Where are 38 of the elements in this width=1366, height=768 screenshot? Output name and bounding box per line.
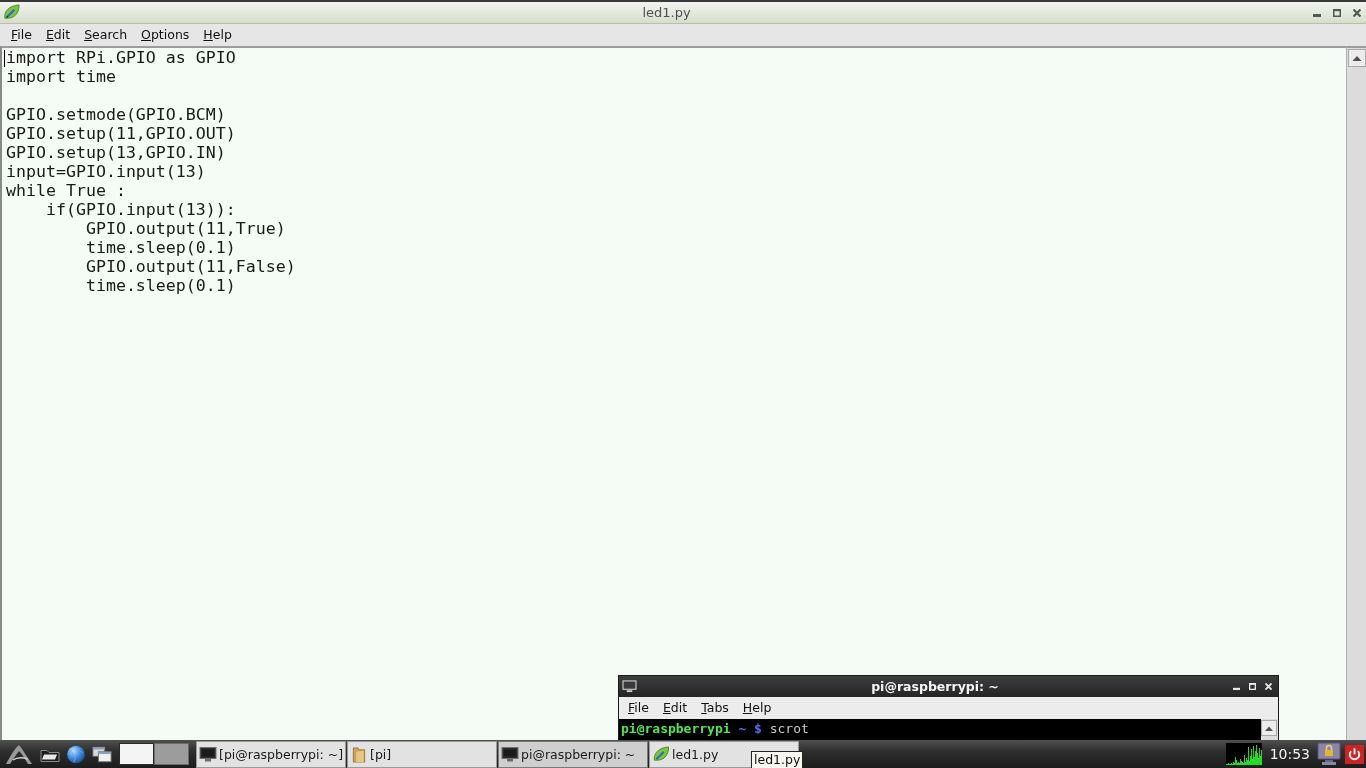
monitor-icon [501,746,519,763]
workspace-switch[interactable] [119,743,154,765]
close-icon[interactable] [1353,8,1361,17]
leaf-pen-icon [3,4,20,21]
window-title: led1.py [642,5,691,20]
scrollbar[interactable] [1347,46,1366,740]
monitor-icon [622,680,637,693]
cpu-graph [1225,743,1262,765]
taskbar-button[interactable]: pi@raspberrypi: ~ [498,741,648,768]
text-area[interactable] [0,46,1347,740]
menu-item[interactable]: Help [735,698,779,718]
lock-icon[interactable] [1317,742,1341,766]
workspace-switch[interactable] [154,743,189,765]
monitor-icon [199,746,217,763]
menu-item[interactable]: Options [134,25,197,45]
globe-icon[interactable] [66,744,86,764]
menu-item[interactable]: File [621,698,656,718]
folder-icon [350,746,368,763]
menu-item[interactable]: Help [196,25,239,45]
menu-item[interactable]: Edit [655,698,695,718]
text-cursor [4,50,5,67]
menu-item[interactable]: Search [77,25,135,45]
arch-logo-icon[interactable] [4,743,34,765]
taskbar-button[interactable]: [pi@raspberrypi: ~] [196,741,346,768]
terminal-line: pi@raspberrypi ~ $ scrot [621,721,810,737]
clock[interactable]: 10:53 [1269,746,1310,762]
scrollbar[interactable] [1261,719,1278,740]
code-text: import RPi.GPIO as GPIO import time GPIO.setmode(GPIO.BCM) GPIO.setup(11,GPIO.OUT) GPIO.setup(13,GPIO.IN) input=GPIO.input(13) while True : if(GPIO.input(13)): GPIO.output(11,True) time.sleep(0.1) GPIO.output(11,False) time.sleep(0.1) [6,48,296,295]
maximize-icon[interactable] [1333,8,1341,17]
menu-item[interactable]: File [4,25,39,45]
power-icon[interactable] [1345,744,1364,764]
tooltip: led1.py [751,751,804,768]
menu-item[interactable]: Edit [38,25,78,45]
window-title: pi@raspberrypi: ~ [871,679,999,694]
windows-icon[interactable] [92,744,112,764]
leaf-pen-icon [652,746,670,763]
menu-item[interactable]: Tabs [694,698,736,718]
taskbar-button[interactable]: [pi] [347,741,497,768]
